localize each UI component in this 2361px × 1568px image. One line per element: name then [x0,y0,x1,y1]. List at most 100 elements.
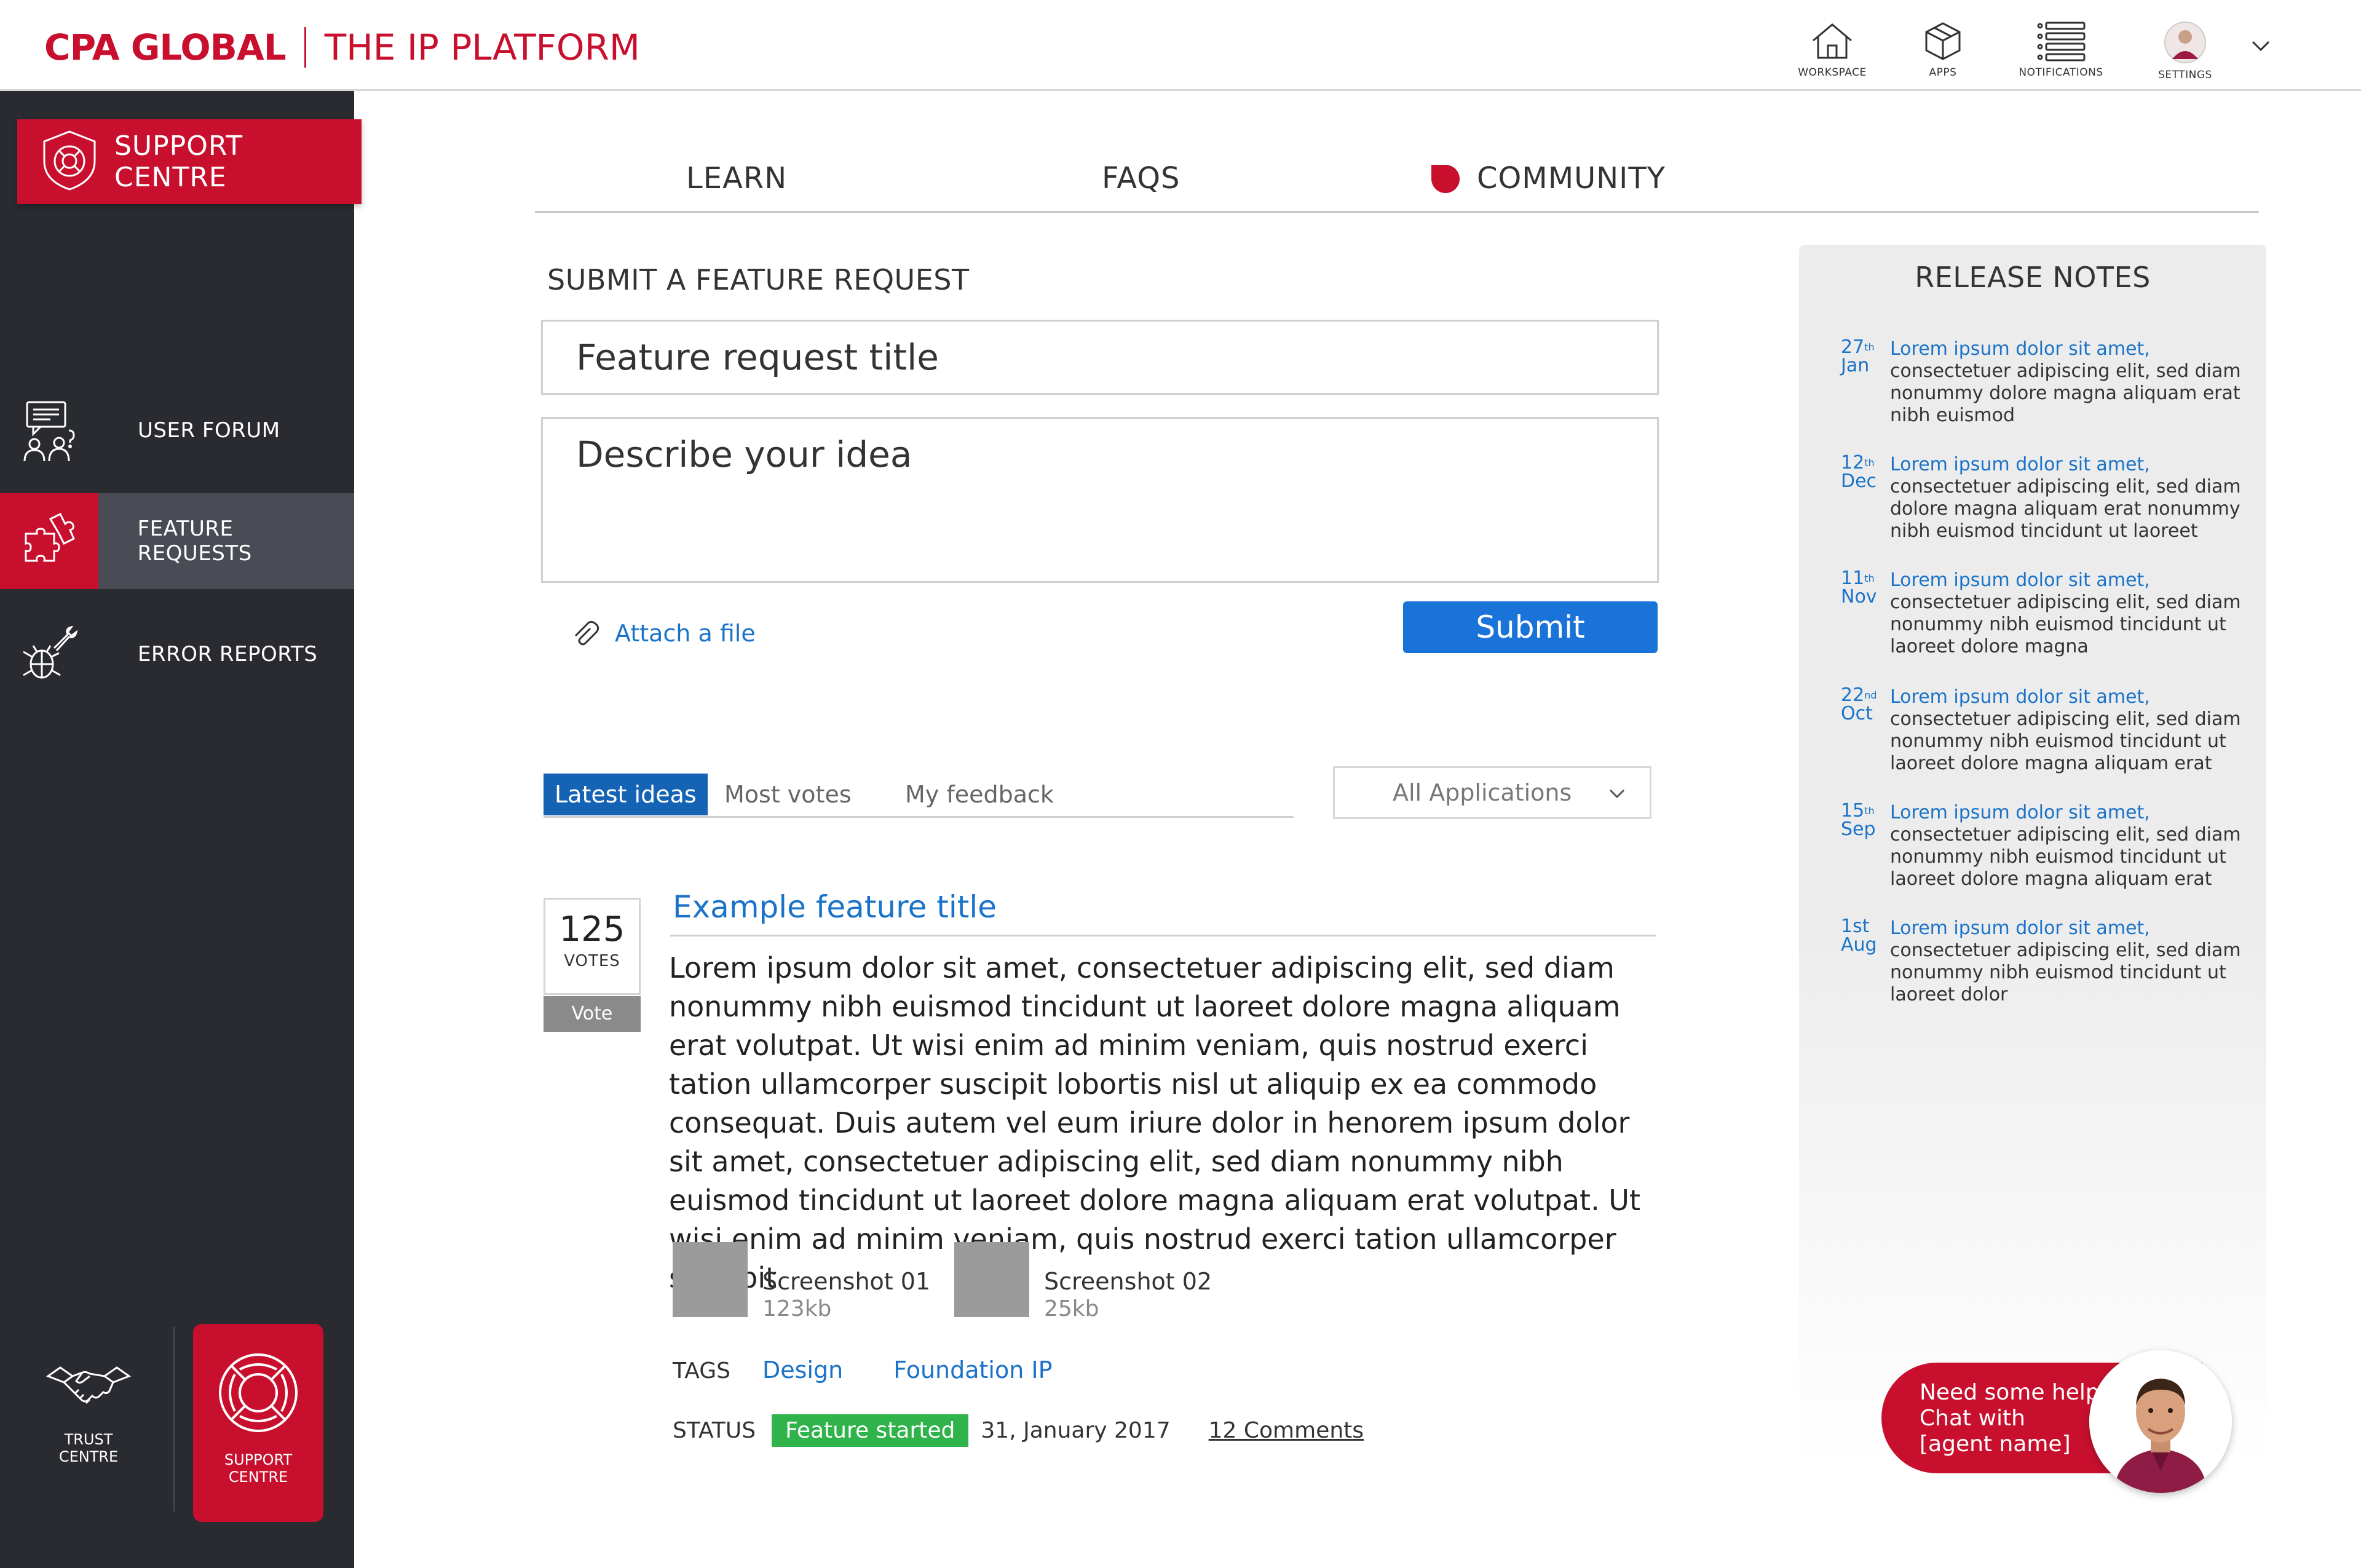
nav-label: NOTIFICATIONS [2019,66,2103,79]
release-note-item[interactable]: 11th Nov Lorem ipsum dolor sit amet, conse… [1841,569,2259,658]
trust-centre-label: TRUST CENTRE [58,1431,119,1465]
tab-community[interactable]: COMMUNITY [1477,161,1666,196]
sidebar-item-label: FEATURE REQUESTS [137,517,252,566]
nav-apps[interactable]: APPS [1894,21,1992,79]
sidebar: SUPPORT CENTRE USER FORUM FEATURE REQUES… [0,91,362,1568]
chat-people-icon [0,382,98,478]
attach-file-link[interactable]: Attach a file [572,620,756,647]
tab-my-feedback[interactable]: My feedback [905,774,1054,815]
cube-icon [1925,22,1961,60]
nav-workspace[interactable]: WORKSPACE [1783,21,1881,79]
votes-label: VOTES [564,952,620,970]
sidebar-item-user-forum[interactable]: USER FORUM [0,382,354,478]
release-note-text: consectetuer adipiscing elit, sed diam n… [1890,708,2241,774]
release-note-heading[interactable]: Lorem ipsum dolor sit amet, [1890,454,2259,476]
support-centre-banner[interactable]: SUPPORT CENTRE [17,119,362,204]
screenshot-size: 25kb [1044,1296,1099,1321]
release-note-text: consectetuer adipiscing elit, sed diam n… [1890,592,2241,657]
vote-count-box: 125 VOTES [544,898,641,995]
main-tabs: LEARN FAQS COMMUNITY [535,148,2259,213]
release-note-heading[interactable]: Lorem ipsum dolor sit amet, [1890,802,2259,824]
release-note-text: consectetuer adipiscing elit, sed diam n… [1890,824,2241,890]
lifebuoy-icon [38,129,101,195]
nav-notifications[interactable]: NOTIFICATIONS [2012,21,2110,79]
sidebar-item-error-reports[interactable]: ERROR REPORTS [0,606,354,702]
submit-button[interactable]: Submit [1403,601,1658,653]
sidebar-item-label: ERROR REPORTS [138,642,318,667]
release-note-item[interactable]: 1st Aug Lorem ipsum dolor sit amet, consec… [1841,917,2259,1006]
tab-faqs[interactable]: FAQS [1102,161,1180,196]
tags-row: TAGS Design Foundation IP [673,1356,1103,1384]
list-icon [2037,22,2086,61]
bug-wrench-icon [0,606,98,702]
support-centre-label: SUPPORT CENTRE [114,130,243,193]
screenshot-name: Screenshot 02 [1044,1268,1212,1295]
release-note-heading[interactable]: Lorem ipsum dolor sit amet, [1890,917,2259,940]
release-note-text: consectetuer adipiscing elit, sed diam n… [1890,360,2241,426]
sidebar-divider [173,1327,175,1511]
release-note-date: 1st Aug [1841,916,1877,956]
tab-most-votes[interactable]: Most votes [724,774,852,815]
release-note-item[interactable]: 12th Dec Lorem ipsum dolor sit amet, conse… [1841,454,2259,542]
release-note-item[interactable]: 27th Jan Lorem ipsum dolor sit amet, conse… [1841,338,2259,427]
tag-link[interactable]: Design [762,1356,843,1384]
feature-title-divider [670,935,1656,936]
form-title: SUBMIT A FEATURE REQUEST [547,263,970,296]
screenshot-thumbnail[interactable] [673,1242,748,1317]
release-note-heading[interactable]: Lorem ipsum dolor sit amet, [1890,686,2259,708]
attach-file-label: Attach a file [615,620,756,647]
screenshot-thumbnail[interactable] [954,1242,1029,1317]
tab-latest-ideas[interactable]: Latest ideas [544,774,708,815]
sidebar-item-label: USER FORUM [138,418,280,443]
house-icon [1813,23,1852,59]
release-note-item[interactable]: 22nd Oct Lorem ipsum dolor sit amet, conse… [1841,686,2259,775]
agent-avatar[interactable] [2089,1350,2232,1493]
top-header: CPA GLOBAL THE IP PLATFORM WORKSPACE APP… [0,0,2361,91]
trust-centre-link[interactable]: TRUST CENTRE [27,1358,150,1465]
feature-title-placeholder: Feature request title [576,336,939,378]
user-avatar-icon [2164,22,2206,63]
brand-name: CPA GLOBAL [44,26,287,68]
release-note-item[interactable]: 15th Sep Lorem ipsum dolor sit amet, conse… [1841,802,2259,890]
lifebuoy-icon [219,1353,298,1432]
support-centre-button[interactable]: SUPPORT CENTRE [193,1324,323,1522]
vote-button[interactable]: Vote [544,996,641,1032]
vote-count: 125 [559,909,625,949]
comments-link[interactable]: 12 Comments [1209,1418,1364,1443]
release-note-date: 27th Jan [1841,336,1875,376]
release-notes-title: RELEASE NOTES [1915,261,2151,294]
feature-title-input[interactable]: Feature request title [541,320,1659,395]
sidebar-item-feature-requests[interactable]: FEATURE REQUESTS [0,493,354,589]
chevron-down-icon [1609,789,1625,799]
logo-divider [304,27,306,68]
nav-settings[interactable]: SETTINGS [2136,21,2234,81]
paperclip-icon [574,620,599,646]
handshake-icon [45,1366,132,1404]
ideas-tabs: Latest ideas Most votes My feedback [544,774,1294,818]
chevron-down-icon[interactable] [2250,39,2271,53]
status-badge: Feature started [772,1414,969,1447]
release-note-heading[interactable]: Lorem ipsum dolor sit amet, [1890,569,2259,592]
tag-link[interactable]: Foundation IP [893,1356,1052,1384]
product-name: THE IP PLATFORM [324,26,640,68]
agent-photo-icon [2089,1350,2232,1493]
screenshot-name: Screenshot 01 [762,1268,931,1295]
logo[interactable]: CPA GLOBAL THE IP PLATFORM [44,26,640,69]
screenshot-size: 123kb [762,1296,832,1321]
release-note-date: 15th Sep [1841,800,1876,840]
applications-filter-select[interactable]: All Applications [1333,766,1651,819]
feature-title-link[interactable]: Example feature title [673,889,997,925]
screenshot-attachment[interactable]: Screenshot 02 25kb [954,1242,1212,1321]
tab-learn[interactable]: LEARN [686,161,787,196]
release-note-heading[interactable]: Lorem ipsum dolor sit amet, [1890,338,2259,360]
screenshot-attachment[interactable]: Screenshot 01 123kb [673,1242,930,1321]
release-note-date: 22nd Oct [1841,684,1877,724]
community-marker-icon [1431,165,1460,193]
release-note-date: 12th Dec [1841,452,1877,492]
nav-label: WORKSPACE [1798,66,1867,79]
status-row: STATUS Feature started 31, January 2017 … [673,1414,1364,1447]
vote-box: 125 VOTES Vote [544,898,641,1032]
support-centre-button-label: SUPPORT CENTRE [224,1451,293,1486]
feature-description-input[interactable]: Describe your idea [541,417,1659,583]
chat-prompt: Need some help Chat with [agent name] [1920,1380,2100,1457]
